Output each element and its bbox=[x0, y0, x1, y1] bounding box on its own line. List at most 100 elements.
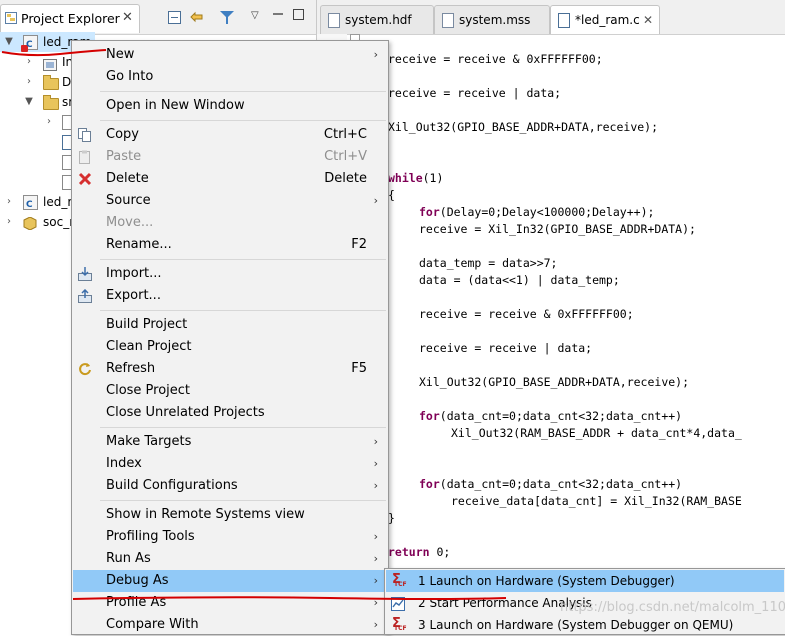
menu-item-shortcut: Ctrl+C bbox=[323, 127, 367, 142]
code-line: { bbox=[388, 188, 395, 202]
code-line: data_temp = data>>7; bbox=[419, 256, 558, 270]
menu-item-close-project[interactable]: Close Project bbox=[73, 380, 387, 402]
tree-item-label: led_r bbox=[43, 195, 73, 209]
project-explorer-title: Project Explorer bbox=[21, 11, 120, 26]
menu-item-import[interactable]: Import... bbox=[73, 263, 387, 285]
menu-item-copy[interactable]: Copy Ctrl+C bbox=[73, 124, 387, 146]
menu-item-paste[interactable]: Paste Ctrl+V bbox=[73, 146, 387, 168]
tab-system-mss[interactable]: system.mss bbox=[434, 5, 550, 34]
code-line: receive = receive | data; bbox=[388, 86, 562, 100]
export-icon bbox=[78, 288, 92, 303]
menu-item-index[interactable]: Index › bbox=[73, 453, 387, 475]
tree-item-child-3[interactable] bbox=[0, 152, 80, 172]
close-icon[interactable]: ✕ bbox=[643, 6, 653, 34]
tree-item-debug[interactable]: › D bbox=[0, 72, 80, 92]
menu-item-label: Move... bbox=[106, 215, 154, 230]
code-text: (Delay=0;Delay<100000;Delay++); bbox=[439, 205, 655, 219]
menu-item-label: Go Into bbox=[106, 69, 154, 84]
tab-led-ram-c[interactable]: *led_ram.c ✕ bbox=[550, 5, 660, 34]
tab-system-hdf[interactable]: system.hdf bbox=[320, 5, 434, 34]
code-text: (data_cnt=0;data_cnt<32;data_cnt++) bbox=[439, 409, 683, 423]
menu-separator bbox=[100, 91, 386, 92]
menu-item-shortcut: F5 bbox=[351, 361, 367, 376]
menu-item-close-unrelated-projects[interactable]: Close Unrelated Projects bbox=[73, 402, 387, 424]
menu-item-label: 1 Launch on Hardware (System Debugger) bbox=[418, 574, 675, 588]
menu-item-move[interactable]: Move... bbox=[73, 212, 387, 234]
menu-item-label: Index bbox=[106, 456, 142, 471]
menu-item-open-in-new-window[interactable]: Open in New Window bbox=[73, 95, 387, 117]
folder-icon bbox=[43, 95, 59, 110]
menu-item-label: Close Unrelated Projects bbox=[106, 405, 265, 420]
chevron-right-icon[interactable]: › bbox=[4, 197, 14, 207]
tree-item-child-4[interactable] bbox=[0, 172, 80, 192]
chevron-right-icon[interactable]: › bbox=[24, 77, 34, 87]
menu-item-show-in-remote-systems-view[interactable]: Show in Remote Systems view bbox=[73, 504, 387, 526]
code-line: for(data_cnt=0;data_cnt<32;data_cnt++) bbox=[419, 477, 682, 491]
code-line: while(1) bbox=[388, 171, 443, 185]
menu-item-delete[interactable]: Delete Delete bbox=[73, 168, 387, 190]
tcf-launch-icon: Σ TCF bbox=[392, 572, 407, 588]
menu-item-build-configurations[interactable]: Build Configurations › bbox=[73, 475, 387, 497]
code-line: Xil_Out32(GPIO_BASE_ADDR+DATA,receive); bbox=[419, 375, 690, 389]
menu-item-label: Build Project bbox=[106, 317, 188, 332]
tab-project-explorer[interactable]: Project Explorer ✕ bbox=[0, 4, 140, 33]
menu-item-label: Export... bbox=[106, 288, 161, 303]
chevron-right-icon: › bbox=[373, 48, 378, 61]
tree-item-src[interactable]: ▼ sr bbox=[0, 92, 80, 112]
tree-item-child-1[interactable]: › bbox=[0, 112, 80, 132]
file-icon bbox=[442, 13, 454, 28]
menu-separator bbox=[100, 259, 386, 260]
tab-label: system.hdf bbox=[345, 13, 412, 27]
menu-item-debug-as[interactable]: Debug As › bbox=[73, 570, 387, 592]
tree-item-soc[interactable]: › soc_r bbox=[0, 212, 80, 232]
menu-item-refresh[interactable]: Refresh F5 bbox=[73, 358, 387, 380]
menu-item-run-as[interactable]: Run As › bbox=[73, 548, 387, 570]
menu-item-label: Show in Remote Systems view bbox=[106, 507, 305, 522]
code-line: return 0; bbox=[388, 545, 450, 559]
menu-item-new[interactable]: New › bbox=[73, 44, 387, 66]
chevron-right-icon: › bbox=[373, 479, 378, 492]
code-line: Xil_Out32(RAM_BASE_ADDR + data_cnt*4,dat… bbox=[451, 426, 742, 440]
link-with-editor-icon[interactable] bbox=[189, 10, 205, 27]
menu-item-label: Rename... bbox=[106, 237, 172, 252]
menu-item-rename[interactable]: Rename... F2 bbox=[73, 234, 387, 256]
menu-separator bbox=[100, 120, 386, 121]
project-explorer-icon bbox=[5, 12, 17, 24]
chevron-down-icon[interactable]: ▼ bbox=[24, 97, 34, 107]
menu-item-label: Make Targets bbox=[106, 434, 192, 449]
menu-item-label: Run As bbox=[106, 551, 151, 566]
tree-item-led-ram-bsp[interactable]: › led_r bbox=[0, 192, 80, 215]
menu-item-profiling-tools[interactable]: Profiling Tools › bbox=[73, 526, 387, 548]
tree-item-child-2[interactable] bbox=[0, 132, 80, 152]
minimize-icon[interactable] bbox=[272, 8, 284, 23]
menu-item-shortcut: Ctrl+V bbox=[324, 149, 367, 164]
view-menu-icon[interactable]: ▽ bbox=[251, 10, 259, 21]
c-project-icon bbox=[23, 195, 38, 215]
chevron-right-icon[interactable]: › bbox=[44, 117, 54, 127]
menu-item-label: Paste bbox=[106, 149, 142, 164]
menu-item-launch-on-hardware[interactable]: Σ TCF 1 Launch on Hardware (System Debugg… bbox=[386, 570, 784, 592]
copy-icon bbox=[78, 128, 92, 142]
chevron-right-icon: › bbox=[373, 552, 378, 565]
menu-item-label: Source bbox=[106, 193, 151, 208]
code-text: (data_cnt=0;data_cnt<32;data_cnt++) bbox=[439, 477, 683, 491]
menu-item-clean-project[interactable]: Clean Project bbox=[73, 336, 387, 358]
menu-item-build-project[interactable]: Build Project bbox=[73, 314, 387, 336]
maximize-icon[interactable] bbox=[293, 9, 304, 23]
menu-item-source[interactable]: Source › bbox=[73, 190, 387, 212]
file-icon bbox=[328, 13, 340, 28]
code-keyword: while bbox=[388, 171, 423, 185]
menu-item-make-targets[interactable]: Make Targets › bbox=[73, 431, 387, 453]
menu-item-label: Close Project bbox=[106, 383, 191, 398]
file-icon bbox=[558, 13, 570, 28]
import-icon bbox=[78, 267, 92, 281]
filter-icon[interactable] bbox=[220, 11, 234, 27]
folder-icon bbox=[43, 75, 59, 90]
red-annotation-underline bbox=[72, 596, 507, 600]
menu-item-go-into[interactable]: Go Into bbox=[73, 66, 387, 88]
hardware-project-icon bbox=[23, 216, 37, 236]
collapse-all-icon[interactable] bbox=[168, 11, 181, 27]
chevron-right-icon[interactable]: › bbox=[4, 217, 14, 227]
close-icon[interactable]: ✕ bbox=[122, 10, 133, 25]
menu-item-export[interactable]: Export... bbox=[73, 285, 387, 307]
